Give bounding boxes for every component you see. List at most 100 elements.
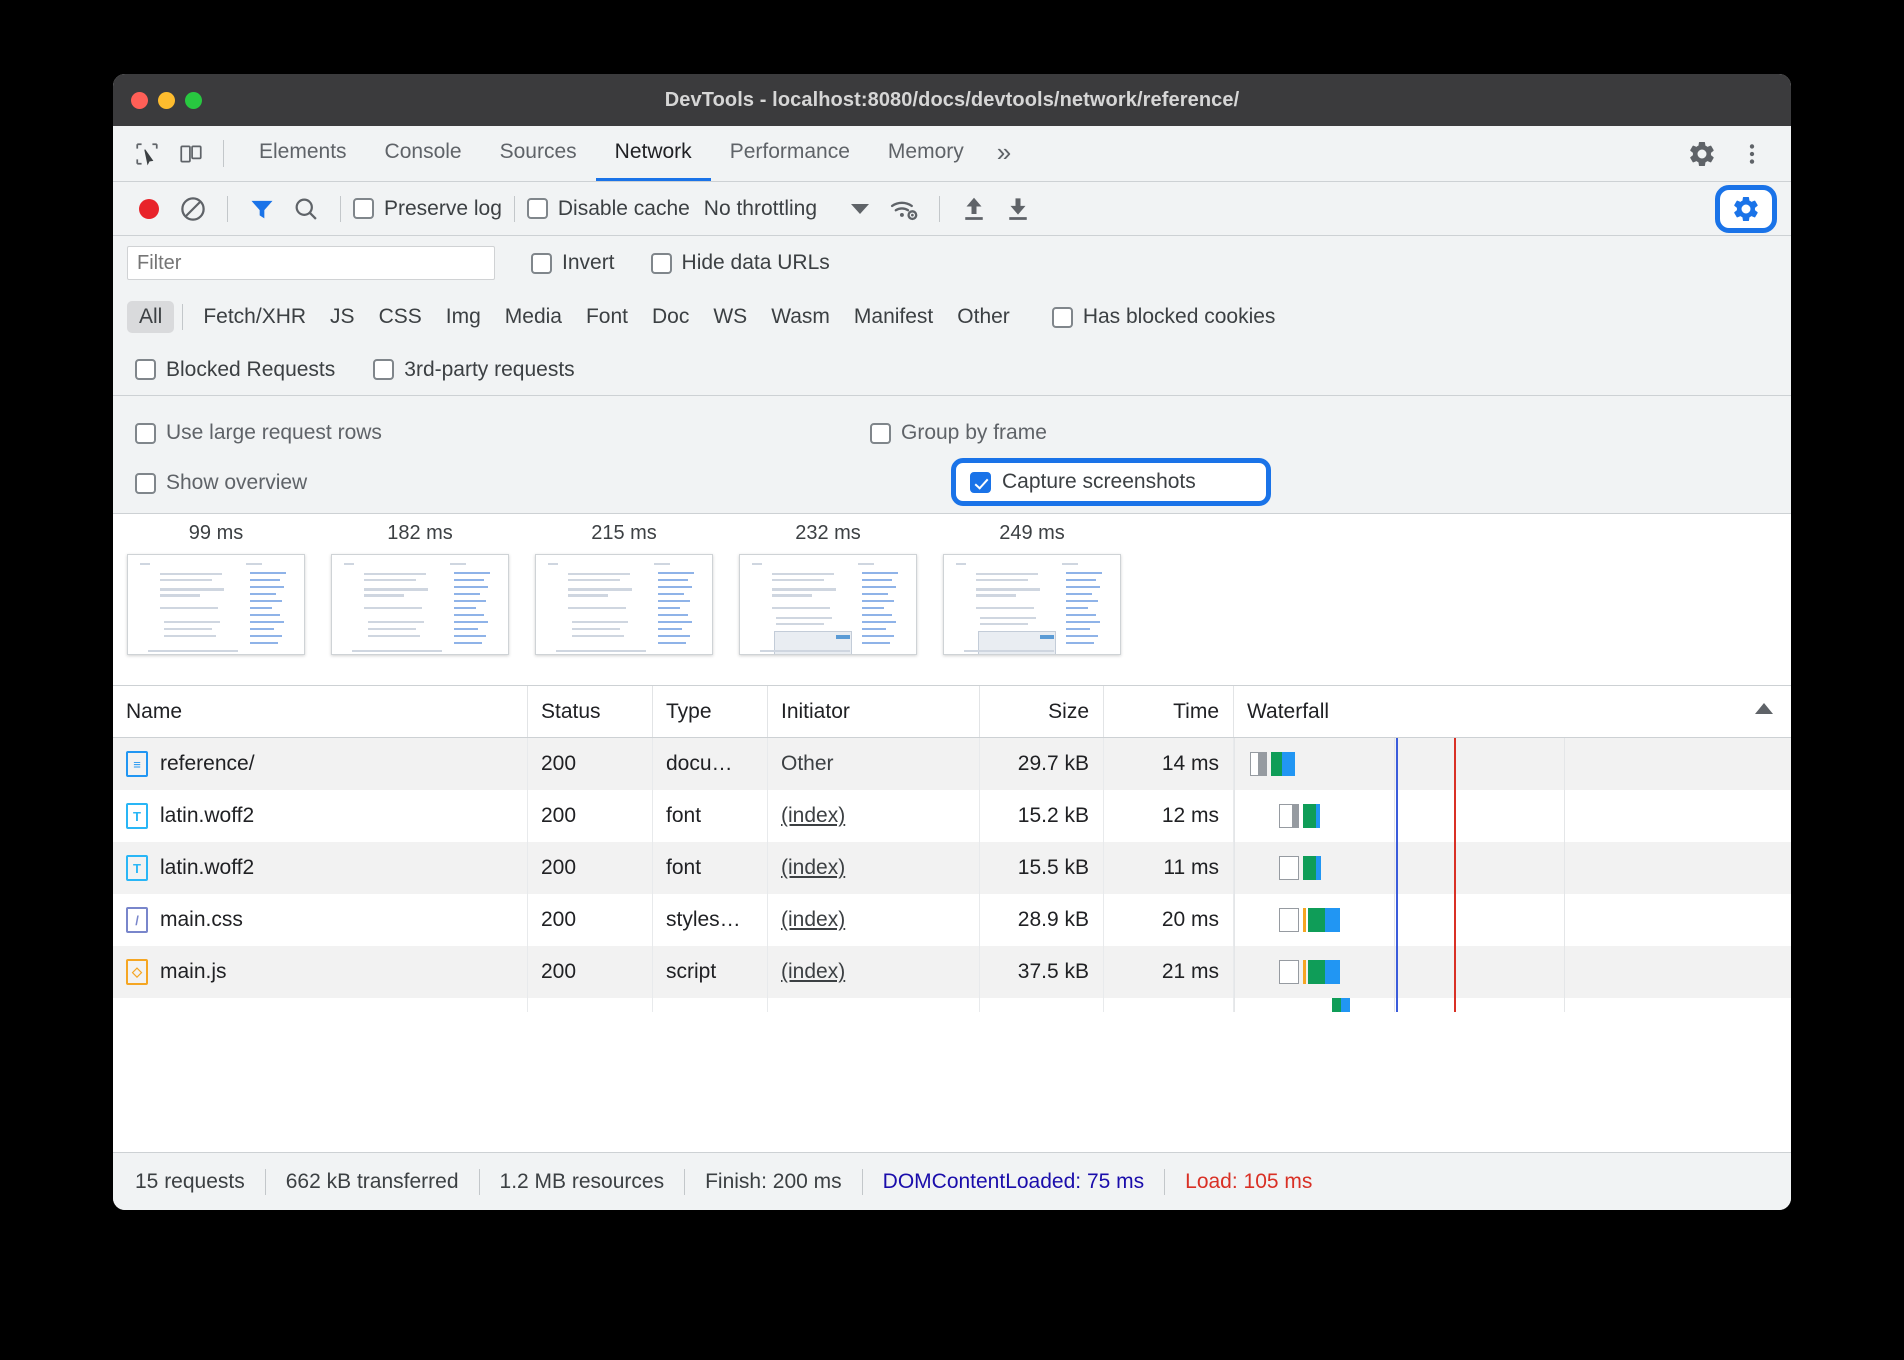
blocked-requests-checkbox[interactable]: Blocked Requests [135,358,335,382]
throttling-dropdown[interactable]: No throttling [704,197,869,221]
import-har-upload-icon[interactable] [952,194,996,224]
filmstrip-frame[interactable]: 182 ms [331,522,509,655]
cell-initiator[interactable]: (index) [768,842,980,894]
chip-ws[interactable]: WS [701,301,759,333]
initiator-link[interactable]: (index) [781,960,845,984]
chip-doc[interactable]: Doc [640,301,701,333]
column-header-type[interactable]: Type [653,686,768,737]
chip-js[interactable]: JS [318,301,367,333]
column-header-size[interactable]: Size [980,686,1104,737]
filter-input[interactable] [127,246,495,280]
requests-table: Name Status Type Initiator Size Time Wat… [113,686,1791,1152]
status-requests: 15 requests [135,1170,265,1194]
inspect-cursor-icon[interactable] [125,126,169,181]
cell-name[interactable]: ◇ main.js [113,946,528,998]
table-row[interactable]: ◇ main.js 200 script (index) 37.5 kB 21 … [113,946,1791,998]
cell-status: 200 [528,946,653,998]
wifi-settings-icon[interactable] [883,194,927,224]
toolbar-divider [340,196,341,222]
panel-tabs: Elements Console Sources Network Perform… [240,126,1025,181]
filmstrip-frame-thumbnail[interactable] [127,554,305,655]
preserve-log-checkbox[interactable]: Preserve log [353,197,502,221]
column-header-status[interactable]: Status [528,686,653,737]
chip-img[interactable]: Img [434,301,493,333]
chip-manifest[interactable]: Manifest [842,301,945,333]
tab-console[interactable]: Console [366,126,481,181]
table-row[interactable]: T latin.woff2 200 font (index) 15.5 kB 1… [113,842,1791,894]
tab-network[interactable]: Network [596,126,711,181]
record-button-icon[interactable] [127,194,171,224]
hide-data-urls-checkbox[interactable]: Hide data URLs [651,251,830,275]
gear-icon[interactable] [1677,126,1727,182]
tab-memory[interactable]: Memory [869,126,983,181]
group-by-frame-checkbox[interactable]: Group by frame [870,421,1047,445]
column-header-initiator[interactable]: Initiator [768,686,980,737]
more-tabs-chevron-icon[interactable]: » [983,126,1025,181]
show-overview-checkbox[interactable]: Show overview [135,471,870,495]
export-har-download-icon[interactable] [996,194,1040,224]
filmstrip-frame[interactable]: 215 ms [535,522,713,655]
chip-font[interactable]: Font [574,301,640,333]
cell-name[interactable]: / main.css [113,894,528,946]
table-row[interactable]: ≡ reference/ 200 docu… Other 29.7 kB 14 … [113,738,1791,790]
maximize-window-button[interactable] [185,92,202,109]
minimize-window-button[interactable] [158,92,175,109]
initiator-link[interactable]: (index) [781,856,845,880]
settings-row-1: Use large request rows Group by frame [135,408,1791,458]
cell-size: 15.2 kB [980,790,1104,842]
column-header-time[interactable]: Time [1104,686,1234,737]
search-icon[interactable] [284,195,328,223]
cell-initiator[interactable]: (index) [768,894,980,946]
cell-waterfall [1234,738,1791,790]
close-window-button[interactable] [131,92,148,109]
cell-waterfall [1234,842,1791,894]
font-icon: T [126,803,148,829]
column-header-waterfall[interactable]: Waterfall [1234,686,1791,737]
clear-icon[interactable] [171,194,215,224]
filmstrip-frame[interactable]: 232 ms [739,522,917,655]
invert-checkbox[interactable]: Invert [531,251,615,275]
filmstrip-frame-thumbnail[interactable] [943,554,1121,655]
chip-fetch-xhr[interactable]: Fetch/XHR [191,301,318,333]
tab-sources[interactable]: Sources [481,126,596,181]
tab-performance[interactable]: Performance [711,126,869,181]
cell-initiator[interactable]: (index) [768,790,980,842]
disable-cache-checkbox[interactable]: Disable cache [527,197,690,221]
filmstrip-frame[interactable]: 249 ms [943,522,1121,655]
network-toolbar: Preserve log Disable cache No throttling [113,182,1791,236]
show-overview-checkbox-box [135,473,156,494]
table-row[interactable]: / main.css 200 styles… (index) 28.9 kB 2… [113,894,1791,946]
initiator-link[interactable]: (index) [781,804,845,828]
initiator-link[interactable]: (index) [781,908,845,932]
cell-name[interactable]: ≡ reference/ [113,738,528,790]
cell-type: docu… [653,738,768,790]
chip-css[interactable]: CSS [367,301,434,333]
filmstrip-frame-thumbnail[interactable] [739,554,917,655]
cell-name[interactable]: T latin.woff2 [113,842,528,894]
kebab-menu-icon[interactable] [1727,126,1777,182]
chip-wasm[interactable]: Wasm [759,301,842,333]
network-settings-gear-icon[interactable] [1715,185,1777,233]
cell-initiator[interactable]: (index) [768,946,980,998]
use-large-request-rows-checkbox[interactable]: Use large request rows [135,421,870,445]
capture-screenshots-checkbox[interactable]: Capture screenshots [951,458,1271,506]
chip-media[interactable]: Media [493,301,574,333]
cell-status: 200 [528,842,653,894]
cell-initiator [768,998,980,1012]
chip-other[interactable]: Other [945,301,1022,333]
filmstrip-frame[interactable]: 99 ms [127,522,305,655]
filmstrip-frame-thumbnail[interactable] [331,554,509,655]
device-toolbar-icon[interactable] [169,126,213,181]
chip-all[interactable]: All [127,301,174,333]
third-party-requests-checkbox[interactable]: 3rd-party requests [373,358,574,382]
has-blocked-cookies-checkbox[interactable]: Has blocked cookies [1052,305,1276,329]
cell-name[interactable]: T latin.woff2 [113,790,528,842]
table-row[interactable]: T latin.woff2 200 font (index) 15.2 kB 1… [113,790,1791,842]
group-by-frame-checkbox-box [870,423,891,444]
table-row-partial[interactable] [113,998,1791,1012]
disable-cache-checkbox-box [527,198,548,219]
tab-elements[interactable]: Elements [240,126,366,181]
column-header-name[interactable]: Name [113,686,528,737]
filmstrip-frame-thumbnail[interactable] [535,554,713,655]
filter-funnel-icon[interactable] [240,195,284,223]
